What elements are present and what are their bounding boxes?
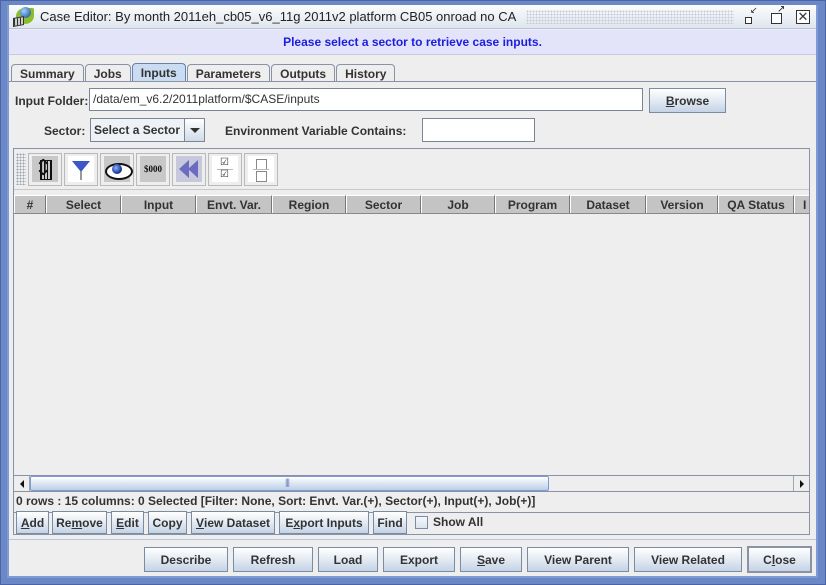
column-header-envt-var[interactable]: Envt. Var. xyxy=(196,195,272,213)
tab-label: Outputs xyxy=(280,66,327,81)
chevron-down-icon[interactable] xyxy=(184,119,204,141)
show-all-label: Show All xyxy=(433,515,484,529)
horizontal-scrollbar[interactable] xyxy=(14,475,809,492)
table-body[interactable] xyxy=(14,215,809,477)
window-title: Case Editor: By month 2011eh_cb05_v6_11g… xyxy=(40,9,517,24)
footer-divider xyxy=(9,539,816,540)
iconify-icon[interactable] xyxy=(744,5,758,24)
window-content: Case Editor: By month 2011eh_cb05_v6_11g… xyxy=(7,4,818,578)
table-toolbar: $000 xyxy=(14,149,809,190)
input-folder-label: Input Folder: xyxy=(15,94,89,108)
input-folder-field[interactable]: /data/em_v6.2/2011platform/$CASE/inputs xyxy=(89,88,643,111)
input-folder-value: /data/em_v6.2/2011platform/$CASE/inputs xyxy=(93,92,320,106)
column-header-select[interactable]: Select xyxy=(46,195,121,213)
tab-label: Jobs xyxy=(93,66,122,81)
tab-summary[interactable]: Summary xyxy=(11,64,84,82)
find-button[interactable]: Find xyxy=(373,511,407,534)
message-bar: Please select a sector to retrieve case … xyxy=(9,30,816,55)
sector-selected: Select a Sector xyxy=(94,123,181,137)
tab-jobs[interactable]: Jobs xyxy=(84,64,131,82)
tab-parameters[interactable]: Parameters xyxy=(186,64,271,82)
title-bar[interactable]: Case Editor: By month 2011eh_cb05_v6_11g… xyxy=(9,4,816,29)
load-label: Load xyxy=(333,552,363,567)
column-header-region[interactable]: Region xyxy=(272,195,346,213)
case-editor-window: Case Editor: By month 2011eh_cb05_v6_11g… xyxy=(0,0,826,585)
copy-label: Copy xyxy=(152,515,183,530)
close-button[interactable]: Cl ose xyxy=(747,546,812,573)
format-money-icon: $000 xyxy=(140,156,166,182)
view-related-button[interactable]: View Related xyxy=(634,547,742,572)
column-header-dataset[interactable]: Dataset xyxy=(570,195,646,213)
column-header-program[interactable]: Program xyxy=(495,195,570,213)
column-header-input[interactable]: Input xyxy=(121,195,196,213)
env-var-label: Environment Variable Contains: xyxy=(225,124,407,138)
sort-icon xyxy=(32,156,58,182)
sector-label: Sector: xyxy=(44,124,86,138)
maximize-icon[interactable] xyxy=(770,4,785,24)
view-eye-icon xyxy=(104,156,133,182)
tab-label: History xyxy=(345,66,387,81)
filter-icon xyxy=(68,156,94,182)
format-columns-button[interactable]: $000 xyxy=(136,152,170,186)
clear-all-icon xyxy=(248,156,274,182)
refresh-label: Refresh xyxy=(250,552,296,567)
table-status: 0 rows : 15 columns: 0 Selected [Filter:… xyxy=(16,494,536,508)
select-all-icon xyxy=(212,156,238,182)
reset-rewind-icon xyxy=(176,156,202,182)
view-parent-button[interactable]: View Parent xyxy=(527,547,629,572)
export-button[interactable]: Export xyxy=(383,547,455,572)
load-button[interactable]: Load xyxy=(318,547,378,572)
view-related-label: View Related xyxy=(651,552,725,567)
tab-label: Summary xyxy=(20,66,75,81)
refresh-button[interactable]: Refresh xyxy=(233,547,313,572)
show-all-checkbox-box[interactable] xyxy=(415,515,428,529)
tab-label: Inputs xyxy=(140,66,177,80)
column-header-sector[interactable]: Sector xyxy=(346,195,421,213)
table-header: # Select Input Envt. Var. Region Sector … xyxy=(14,195,809,214)
tab-outputs[interactable]: Outputs xyxy=(271,64,336,82)
save-button[interactable]: Save xyxy=(460,547,522,572)
env-var-field[interactable] xyxy=(422,118,535,142)
export-label: Export xyxy=(399,552,438,567)
browse-button[interactable]: Browse xyxy=(649,88,726,113)
select-all-button[interactable] xyxy=(208,152,242,186)
scroll-right-icon[interactable] xyxy=(793,476,809,491)
tab-label: Parameters xyxy=(195,66,262,81)
view-parent-label: View Parent xyxy=(544,552,612,567)
column-header-number[interactable]: # xyxy=(14,195,46,213)
add-button[interactable]: Add xyxy=(16,511,49,534)
clear-all-button[interactable] xyxy=(244,152,278,186)
message-text: Please select a sector to retrieve case … xyxy=(283,35,542,49)
inputs-table-panel: $000 # Select Input Envt. Var. Region Se… xyxy=(13,148,810,535)
show-all-checkbox[interactable]: Show All xyxy=(415,515,483,529)
tab-inputs[interactable]: Inputs xyxy=(131,63,186,82)
scrollbar-thumb[interactable] xyxy=(30,476,549,491)
reset-button[interactable] xyxy=(172,152,206,186)
show-columns-button[interactable] xyxy=(100,152,134,186)
find-label: Find xyxy=(377,515,403,530)
column-header-job[interactable]: Job xyxy=(421,195,495,213)
remove-button[interactable]: Re m ove xyxy=(52,511,107,534)
title-drag-grip[interactable] xyxy=(526,9,734,24)
browse-label-rest: rowse xyxy=(674,93,710,108)
toolbar-grip[interactable] xyxy=(16,153,26,185)
export-inputs-button[interactable]: Ex port Inputs xyxy=(279,511,369,534)
copy-button[interactable]: Copy xyxy=(148,511,187,534)
tab-divider xyxy=(9,81,816,82)
filter-button[interactable] xyxy=(64,152,98,186)
column-header-truncated[interactable]: I xyxy=(794,195,809,213)
view-dataset-button[interactable]: View Dataset xyxy=(191,511,275,534)
tab-history[interactable]: History xyxy=(336,64,396,82)
column-header-qa-status[interactable]: QA Status xyxy=(718,195,794,213)
emf-globe-icon xyxy=(12,6,36,28)
edit-button[interactable]: Edit xyxy=(111,511,144,534)
sort-button[interactable] xyxy=(28,152,62,186)
close-icon[interactable]: ✕ xyxy=(796,9,810,24)
column-header-version[interactable]: Version xyxy=(646,195,718,213)
describe-button[interactable]: Describe xyxy=(144,547,228,572)
describe-label: Describe xyxy=(160,552,212,567)
tab-bar: Summary Jobs Inputs Parameters Outputs H… xyxy=(11,60,816,82)
sector-dropdown[interactable]: Select a Sector xyxy=(90,118,205,142)
scroll-left-icon[interactable] xyxy=(14,476,30,491)
